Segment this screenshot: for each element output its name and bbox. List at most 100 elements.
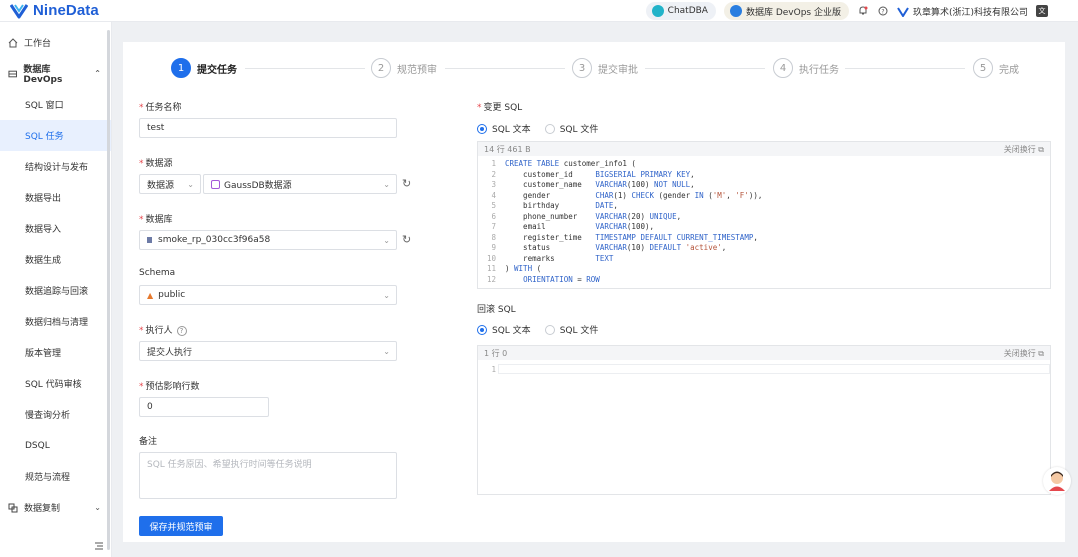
line-number: 11 <box>486 264 496 273</box>
sidebar-item-schema-design[interactable]: 结构设计与发布 <box>0 151 111 182</box>
sidebar: 工作台 数据库 DevOps ⌃ SQL 窗口 SQL 任务 结构设计与发布 数… <box>0 22 112 557</box>
copy-icon: ⧉ <box>1038 348 1044 358</box>
step-number: 3 <box>572 58 592 78</box>
sidebar-item-data-generation[interactable]: 数据生成 <box>0 244 111 275</box>
sidebar-item-label: SQL 代码审核 <box>25 380 82 390</box>
step-connector <box>445 68 565 69</box>
database-label: * 数据库 <box>139 215 173 225</box>
toggle-wrap-button[interactable]: 关闭换行 ⧉ <box>1004 348 1044 359</box>
sidebar-item-dsql[interactable]: DSQL <box>0 430 111 461</box>
task-name-input[interactable]: test <box>139 118 397 138</box>
affected-rows-input[interactable]: 0 <box>139 397 269 417</box>
sidebar-item-label: 数据生成 <box>25 256 62 266</box>
ninedata-logo-icon <box>10 3 28 18</box>
sidebar-item-label: 数据追踪与回滚 <box>25 287 89 297</box>
line-number: 1 <box>491 159 496 168</box>
code-line: ) WITH ( <box>505 264 542 273</box>
code-area[interactable]: 1 <box>478 360 1050 494</box>
line-number: 10 <box>486 253 496 263</box>
code-area[interactable]: 1 CREATE TABLE customer_info1 (2 customer… <box>478 156 1050 288</box>
code-line: ORIENTATION = ROW <box>523 274 600 284</box>
datasource-type-select[interactable]: 数据源 ⌄ <box>139 174 201 194</box>
code-line: birthday DATE, <box>505 201 618 210</box>
line-number: 5 <box>491 201 496 210</box>
step-number: 2 <box>371 58 391 78</box>
sidebar-item-label: 数据导出 <box>25 194 62 204</box>
sidebar-item-data-export[interactable]: 数据导出 <box>0 182 111 213</box>
chevron-up-icon: ⌃ <box>94 69 101 78</box>
remark-textarea[interactable]: SQL 任务原因、希望执行时间等任务说明 <box>139 452 397 499</box>
change-sql-editor[interactable]: 14 行 461 B 关闭换行 ⧉ 1 CREATE TABLE customer… <box>477 141 1051 289</box>
language-icon[interactable]: 文 <box>1036 5 1048 17</box>
sidebar-group-devops[interactable]: 数据库 DevOps ⌃ <box>0 58 111 89</box>
step-submit-task: 1 提交任务 <box>171 56 237 80</box>
chatdba-button[interactable]: ChatDBA <box>645 2 716 20</box>
logo[interactable]: NineData <box>10 2 99 19</box>
save-and-review-button[interactable]: 保存并规范预审 <box>139 516 223 536</box>
editor-stats: 14 行 461 B <box>484 144 531 154</box>
devops-edition-button[interactable]: 数据库 DevOps 企业版 <box>723 2 849 20</box>
logo-text: NineData <box>33 2 99 19</box>
sidebar-group-replication[interactable]: 数据复制 ⌄ <box>0 492 111 523</box>
chevron-down-icon: ⌄ <box>94 503 101 512</box>
help-icon: ? <box>176 326 187 336</box>
sidebar-item-label: 结构设计与发布 <box>25 163 89 173</box>
executor-label: * 执行人? <box>139 323 187 336</box>
remark-label: 备注 <box>139 437 158 447</box>
chatdba-label: ChatDBA <box>667 6 708 16</box>
globe-icon <box>729 5 742 17</box>
radio-rollback-sql-text[interactable]: SQL 文本 <box>477 323 531 336</box>
sidebar-item-slow-query[interactable]: 慢查询分析 <box>0 399 111 430</box>
help-icon[interactable]: ? <box>877 5 889 17</box>
step-label: 执行任务 <box>799 64 839 76</box>
step-label: 规范预审 <box>397 64 437 76</box>
sidebar-scrollbar[interactable] <box>107 30 110 550</box>
database-select[interactable]: smoke_rp_030cc3f96a58 ⌄ <box>139 230 397 250</box>
sidebar-item-sql-task[interactable]: SQL 任务 <box>0 120 111 151</box>
radio-rollback-sql-file[interactable]: SQL 文件 <box>544 323 598 336</box>
sidebar-item-sql-window[interactable]: SQL 窗口 <box>0 89 111 120</box>
code-line: gender CHAR(1) CHECK (gender IN ('M', 'F… <box>505 190 763 200</box>
devops-edition-label: 数据库 DevOps 企业版 <box>745 7 841 18</box>
notification-icon[interactable] <box>857 5 869 17</box>
line-number: 4 <box>491 190 496 200</box>
code-line: email VARCHAR(100), <box>505 222 655 231</box>
radio-sql-text[interactable]: SQL 文本 <box>477 122 531 135</box>
sidebar-item-rules-process[interactable]: 规范与流程 <box>0 461 111 492</box>
step-approval: 3 提交审批 <box>572 56 638 80</box>
company-switcher[interactable]: 玖章算术(浙江)科技有限公司 <box>897 5 1028 18</box>
sidebar-item-data-archive[interactable]: 数据归档与清理 <box>0 306 111 337</box>
sidebar-item-version-management[interactable]: 版本管理 <box>0 337 111 368</box>
editor-stats: 1 行 0 <box>484 348 508 358</box>
executor-select[interactable]: 提交人执行 ⌄ <box>139 341 397 361</box>
line-number: 12 <box>486 274 496 284</box>
replication-icon <box>8 503 18 512</box>
sidebar-item-label: 版本管理 <box>25 349 62 359</box>
radio-sql-file[interactable]: SQL 文件 <box>544 122 598 135</box>
step-number: 1 <box>171 58 191 78</box>
sidebar-item-label: 数据归档与清理 <box>25 318 89 328</box>
toggle-wrap-button[interactable]: 关闭换行 ⧉ <box>1004 144 1044 155</box>
schema-select[interactable]: ▲ public ⌄ <box>139 285 397 305</box>
sidebar-item-label: 数据导入 <box>25 225 62 235</box>
sidebar-item-sql-review[interactable]: SQL 代码审核 <box>0 368 111 399</box>
refresh-datasource-icon[interactable]: ↻ <box>402 177 411 190</box>
task-name-label: * 任务名称 <box>139 103 182 113</box>
sidebar-item-data-tracking[interactable]: 数据追踪与回滚 <box>0 275 111 306</box>
collapse-sidebar-icon[interactable] <box>94 541 104 551</box>
rollback-sql-label: 回滚 SQL <box>477 305 516 315</box>
line-number: 1 <box>491 365 496 374</box>
database-icon <box>147 237 152 243</box>
step-label: 提交任务 <box>197 64 237 76</box>
support-avatar[interactable] <box>1043 467 1071 495</box>
refresh-database-icon[interactable]: ↻ <box>402 233 411 246</box>
rollback-sql-editor[interactable]: 1 行 0 关闭换行 ⧉ 1 <box>477 345 1051 495</box>
datasource-select[interactable]: GaussDB数据源 ⌄ <box>203 174 397 194</box>
sidebar-item-workbench[interactable]: 工作台 <box>0 27 111 58</box>
copy-icon: ⧉ <box>1038 144 1044 154</box>
line-number: 2 <box>491 169 496 179</box>
sidebar-item-data-import[interactable]: 数据导入 <box>0 213 111 244</box>
sidebar-item-label: DSQL <box>25 440 50 451</box>
svg-text:?: ? <box>881 9 884 16</box>
line-number: 3 <box>491 180 496 189</box>
